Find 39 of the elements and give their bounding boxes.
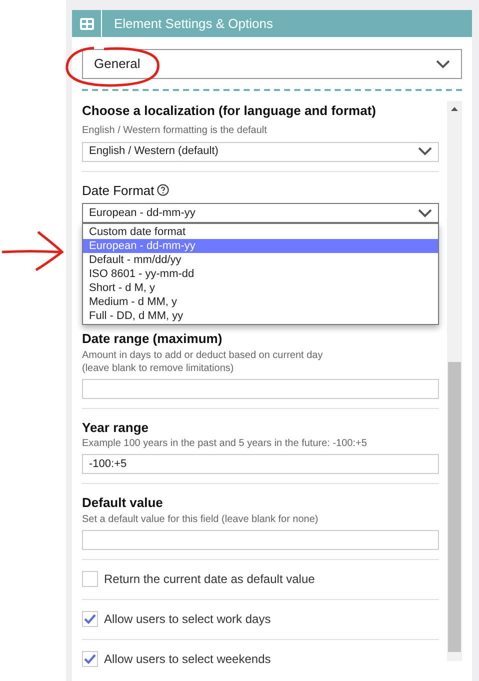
field-label: Year range	[82, 418, 150, 437]
checkbox[interactable]	[82, 611, 98, 627]
help-icon[interactable]	[157, 184, 170, 196]
dropdown-option[interactable]: Full - DD, d MM, yy	[83, 309, 438, 323]
scrollbar-thumb[interactable]	[448, 362, 461, 652]
text-field[interactable]	[82, 530, 439, 550]
dropdown-option[interactable]: European - dd-mm-yy	[83, 239, 438, 253]
text-field[interactable]	[82, 378, 439, 398]
chevron-down-icon	[418, 208, 432, 218]
checkbox-label: Allow users to select work days	[104, 611, 271, 628]
scroll-up-icon[interactable]	[451, 107, 458, 111]
arrow-annotation	[0, 228, 66, 272]
section-select[interactable]: General	[82, 49, 462, 79]
chevron-down-icon	[418, 147, 432, 156]
field-label: Choose a localization (for language and format)	[82, 102, 377, 120]
field-label: Date range (maximum)	[82, 330, 224, 348]
dropdown-option[interactable]: ISO 8601 - yy-mm-dd	[83, 267, 438, 281]
checkbox-label: Return the current date as default value	[104, 571, 315, 588]
field-hint: Example 100 years in the past and 5 years in the future: -100:+5	[82, 438, 368, 450]
chevron-down-icon	[436, 60, 450, 68]
dropdown-option[interactable]: Medium - d MM, y	[83, 295, 438, 309]
field-label: Date Format	[82, 182, 154, 200]
checkbox-label: Allow users to select weekends	[104, 651, 271, 668]
scrollbar[interactable]	[447, 101, 462, 661]
dropdown-option[interactable]: Custom date format	[83, 225, 438, 239]
checkbox[interactable]	[82, 571, 98, 587]
field-hint: English / Western formatting is the default	[82, 124, 268, 138]
field-hint: (leave blank to remove limitations)	[82, 362, 235, 374]
checkbox[interactable]	[82, 651, 98, 667]
field-label: Default value	[82, 494, 164, 512]
field-hint: Set a default value for this field (leave blank for none)	[82, 514, 320, 526]
localization-select[interactable]: English / Western (default)	[82, 142, 439, 162]
text-field[interactable]: -100:+5	[82, 454, 439, 474]
grid-icon	[80, 18, 94, 30]
dropdown-option[interactable]: Short - d M, y	[83, 281, 438, 295]
field-hint: Amount in days to add or deduct based on current day	[82, 350, 324, 362]
dropdown-option[interactable]: Default - mm/dd/yy	[83, 253, 438, 267]
panel-title: Element Settings & Options	[114, 14, 273, 33]
date-format-select[interactable]: European - dd-mm-yy	[82, 203, 439, 223]
